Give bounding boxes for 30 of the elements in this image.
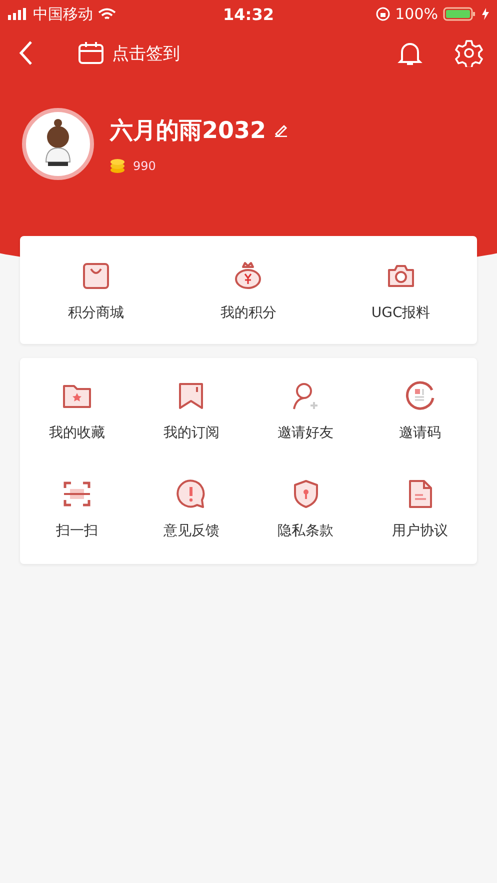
charging-icon xyxy=(482,8,489,20)
menu-item[interactable]: 积分商城 xyxy=(68,304,124,322)
menu-item[interactable]: 隐私条款 xyxy=(278,522,334,540)
battery-percent: 100% xyxy=(395,5,438,23)
battery-icon xyxy=(443,7,477,21)
code-icon[interactable] xyxy=(404,380,436,412)
rotation-lock-icon xyxy=(376,7,390,21)
edit-icon[interactable] xyxy=(274,123,288,137)
settings-icon[interactable] xyxy=(455,39,483,67)
signal-icon xyxy=(8,8,28,20)
calendar-icon[interactable] xyxy=(78,41,104,65)
menu-item[interactable]: 邀请好友 xyxy=(278,424,334,442)
menu-item[interactable]: 我的订阅 xyxy=(163,424,220,442)
user-name: 六月的雨2032 xyxy=(110,116,266,146)
menu-item[interactable]: 意见反馈 xyxy=(163,522,220,540)
exclamation-bubble-icon[interactable] xyxy=(175,478,208,510)
coins-icon xyxy=(110,158,125,174)
menu-item[interactable]: 扫一扫 xyxy=(56,522,98,540)
carrier-name: 中国移动 xyxy=(33,4,93,24)
menu-item[interactable]: 用户协议 xyxy=(392,522,448,540)
menu-item[interactable]: 我的收藏 xyxy=(49,424,106,442)
back-icon[interactable] xyxy=(18,40,34,66)
clock-time: 14:32 xyxy=(223,4,274,24)
check-in-link[interactable]: 点击签到 xyxy=(112,42,180,64)
menu-item[interactable]: 我的积分 xyxy=(220,304,276,322)
bell-icon[interactable] xyxy=(397,40,423,66)
menu-item[interactable]: UGC报料 xyxy=(371,304,430,322)
points-count: 990 xyxy=(133,158,156,172)
wifi-icon xyxy=(98,8,116,20)
menu-item[interactable]: 邀请码 xyxy=(398,424,441,442)
